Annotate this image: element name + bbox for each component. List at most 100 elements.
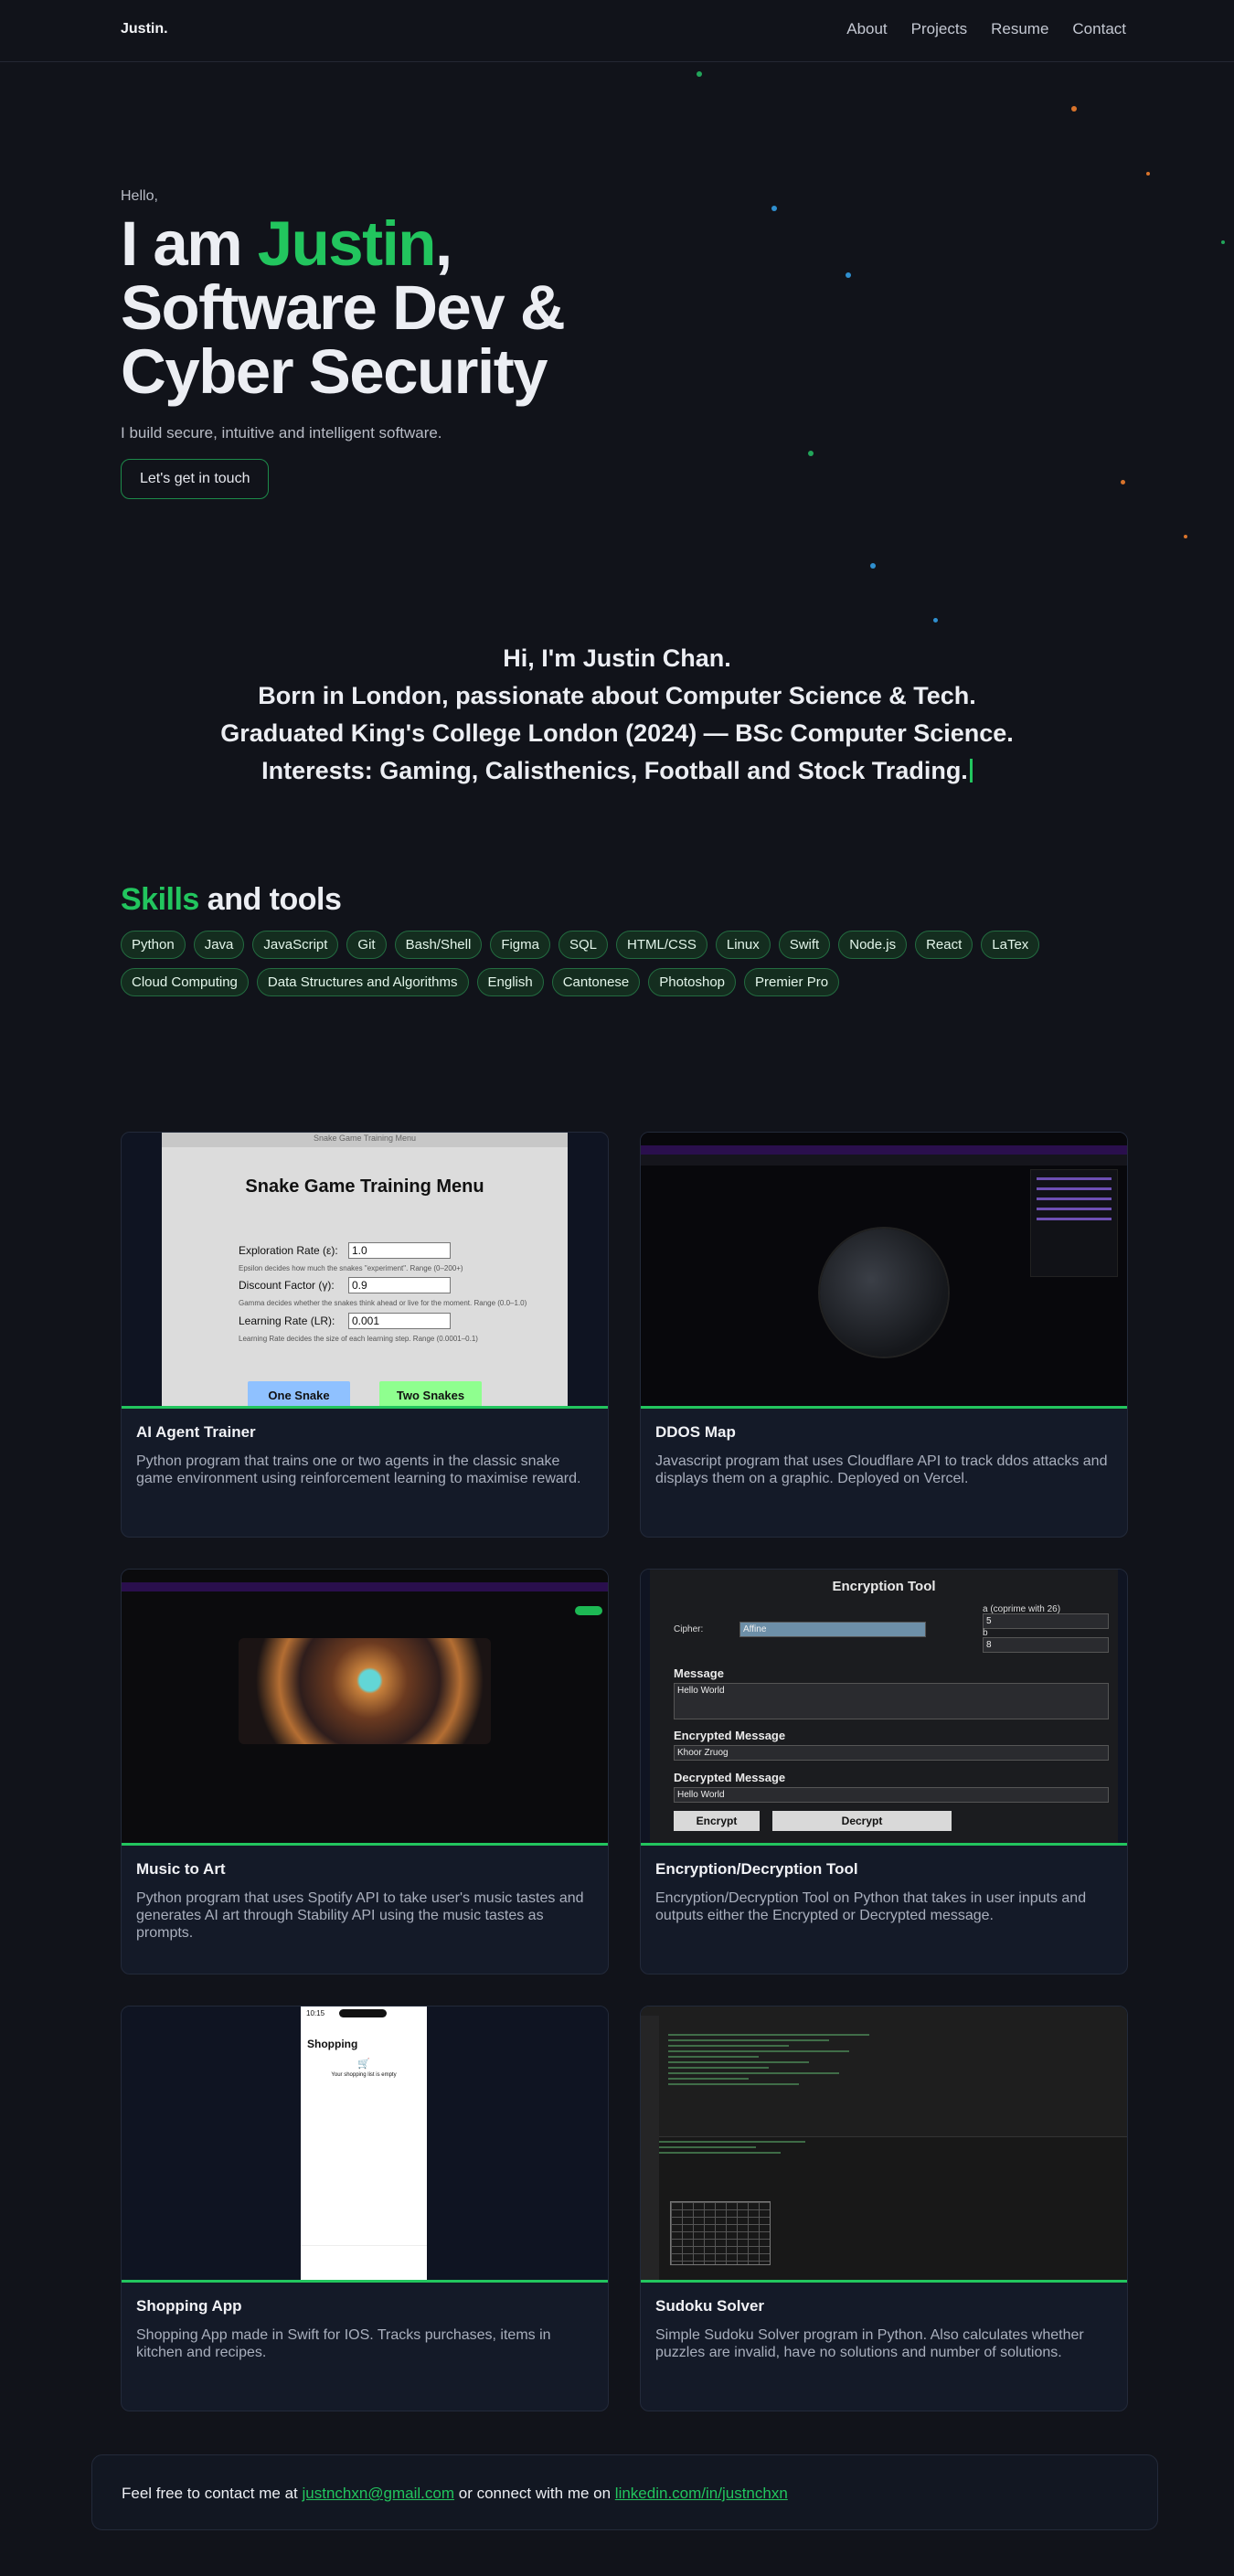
project-description: Python program that trains one or two ag… [136,1453,581,1486]
hero-title-line2: Software Dev & [121,272,566,343]
two-snakes-button: Two Snakes [379,1381,482,1406]
nav-about[interactable]: About [846,20,887,38]
project-card-body: Encryption/Decryption Tool Encryption/De… [641,1846,1127,1924]
skills-heading: Skills and tools [121,882,1126,918]
project-title: DDOS Map [655,1423,736,1441]
decrypted-message-label: Decrypted Message [674,1771,786,1784]
skill-chip: Figma [490,931,550,959]
project-screenshot [122,1570,608,1846]
brand-logo[interactable]: Justin. [121,21,168,37]
spotify-pill [575,1606,602,1615]
browser-tab-bar [641,1145,1127,1155]
activity-bar [641,2016,659,2280]
stats-panel [1030,1169,1118,1277]
skill-chip: Linux [715,931,771,959]
discount-factor-input: 0.9 [348,1277,451,1293]
particle [846,272,851,278]
skill-chip: LaTex [981,931,1040,959]
email-link[interactable]: justnchxn@gmail.com [302,2485,454,2502]
skill-chip: React [915,931,973,959]
generated-artwork [239,1638,491,1744]
nav-contact[interactable]: Contact [1072,20,1126,38]
hero-title: I am Justin, Software Dev & Cyber Securi… [121,212,779,404]
intro-line: Graduated King's College London (2024) —… [220,719,1014,747]
project-description: Simple Sudoku Solver program in Python. … [655,2327,1084,2360]
project-card-encryption-tool[interactable]: Encryption Tool a (coprime with 26) 5 Ci… [640,1569,1128,1975]
get-in-touch-button[interactable]: Let's get in touch [121,459,270,499]
learning-rate-input: 0.001 [348,1313,451,1329]
project-card-sudoku-solver[interactable]: Sudoku Solver Simple Sudoku Solver progr… [640,2006,1128,2411]
discount-factor-label: Discount Factor (γ): [239,1279,335,1292]
hero-greeting: Hello, [121,188,158,204]
skill-chip: Git [346,931,387,959]
hero-title-prefix: I am [121,208,258,279]
project-title: Encryption/Decryption Tool [655,1860,858,1878]
particle [933,618,938,623]
nav-projects[interactable]: Projects [911,20,967,38]
project-description: Javascript program that uses Cloudflare … [655,1453,1108,1486]
project-screenshot: Encryption Tool a (coprime with 26) 5 Ci… [641,1570,1127,1846]
encrypted-message-field: Khoor Zruog [674,1745,1109,1761]
particle [1146,172,1150,176]
project-title: Sudoku Solver [655,2297,765,2315]
status-time: 10:15 [306,2009,325,2017]
project-screenshot: Snake Game Training Menu Snake Game Trai… [122,1133,608,1409]
project-card-body: DDOS Map Javascript program that uses Cl… [641,1409,1127,1487]
hero-title-name: Justin [257,208,437,279]
particle [1121,480,1125,484]
skill-chip: Premier Pro [744,968,840,996]
message-field: Hello World [674,1683,1109,1719]
project-description: Python program that uses Spotify API to … [136,1890,584,1941]
project-card-shopping-app[interactable]: 10:15 Shopping 🛒 Your shopping list is e… [121,2006,609,2411]
intro-line: Born in London, passionate about Compute… [258,682,976,709]
project-card-body: Shopping App Shopping App made in Swift … [122,2283,608,2361]
skill-chip: English [476,968,544,996]
snake-training-window: Snake Game Training Menu Snake Game Trai… [162,1133,568,1406]
snake-menu-heading: Snake Game Training Menu [245,1176,484,1197]
project-card-ddos-map[interactable]: DDOS Map Javascript program that uses Cl… [640,1132,1128,1538]
project-card-ai-agent-trainer[interactable]: Snake Game Training Menu Snake Game Trai… [121,1132,609,1538]
vscode-screenshot [641,2007,1127,2280]
typing-caret [969,759,973,782]
contact-box: Feel free to contact me at justnchxn@gma… [91,2454,1158,2530]
particle [697,71,702,77]
project-description: Shopping App made in Swift for IOS. Trac… [136,2327,551,2360]
skill-chip: Python [121,931,186,959]
b-value-field: 8 [983,1637,1109,1653]
skill-chip: Photoshop [648,968,737,996]
music-to-art-preview [122,1570,608,1843]
contact-prefix: Feel free to contact me at [122,2485,303,2502]
skill-chip: Java [193,931,245,959]
particle [1184,535,1187,538]
project-card-body: AI Agent Trainer Python program that tra… [122,1409,608,1487]
brand-text: Justin [121,21,165,37]
intro-line: Hi, I'm Justin Chan. [503,644,731,672]
encrypt-button: Encrypt [674,1811,760,1831]
hero-title-comma: , [434,208,452,279]
top-nav-bar: Justin. About Projects Resume Contact [0,0,1234,62]
project-card-music-to-art[interactable]: Music to Art Python program that uses Sp… [121,1569,609,1975]
particle [1221,240,1225,244]
encryption-tool-heading: Encryption Tool [832,1579,936,1594]
contact-text: Feel free to contact me at justnchxn@gma… [122,2485,788,2503]
exploration-rate-hint: Epsilon decides how much the snakes "exp… [239,1264,463,1272]
hero-subtitle: I build secure, intuitive and intelligen… [121,424,442,442]
skill-chip: Node.js [838,931,908,959]
linkedin-link[interactable]: linkedin.com/in/justnchxn [615,2485,788,2502]
cipher-select: Affine [739,1622,926,1637]
particle [808,451,814,456]
skill-chip: Swift [778,931,831,959]
one-snake-button: One Snake [248,1381,350,1406]
encrypted-message-label: Encrypted Message [674,1729,786,1742]
browser-address-bar [641,1155,1127,1166]
skill-chip: Bash/Shell [394,931,483,959]
code-editor [668,2030,869,2085]
project-title: AI Agent Trainer [136,1423,256,1441]
nav-resume[interactable]: Resume [991,20,1048,38]
skill-chip: JavaScript [252,931,339,959]
skill-chip: Cloud Computing [121,968,249,996]
intro-line-last: Interests: Gaming, Calisthenics, Footbal… [0,752,1234,790]
particle [1071,106,1077,112]
project-screenshot: 10:15 Shopping 🛒 Your shopping list is e… [122,2007,608,2283]
skill-chip: HTML/CSS [616,931,707,959]
